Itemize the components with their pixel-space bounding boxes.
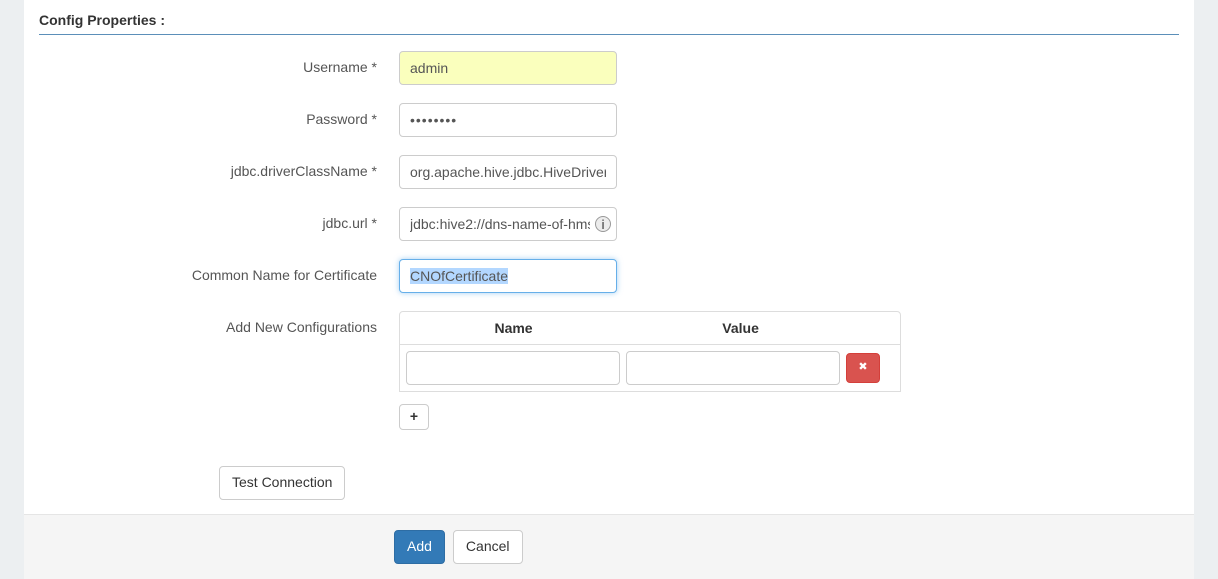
plus-icon: + bbox=[410, 407, 418, 427]
row-addnewconfigs: Add New Configurations Name Value ✖ bbox=[39, 311, 1179, 448]
cancel-button[interactable]: Cancel bbox=[453, 530, 523, 564]
row-username: Username * bbox=[39, 51, 1179, 85]
footer-bar: Add Cancel bbox=[24, 514, 1194, 579]
cncert-field[interactable] bbox=[399, 259, 617, 293]
table-row: ✖ bbox=[400, 344, 900, 391]
info-icon: i bbox=[595, 216, 611, 232]
remove-icon: ✖ bbox=[858, 360, 867, 376]
row-driverclass: jdbc.driverClassName * bbox=[39, 155, 1179, 189]
header-value: Value bbox=[627, 312, 854, 344]
password-field[interactable] bbox=[399, 103, 617, 137]
add-button[interactable]: Add bbox=[394, 530, 445, 564]
username-field[interactable] bbox=[399, 51, 617, 85]
label-password: Password * bbox=[39, 103, 399, 127]
label-cncert: Common Name for Certificate bbox=[39, 259, 399, 283]
jdbcurl-field[interactable] bbox=[399, 207, 617, 241]
row-password: Password * bbox=[39, 103, 1179, 137]
label-addnewconfigs: Add New Configurations bbox=[39, 311, 399, 335]
remove-row-button[interactable]: ✖ bbox=[846, 353, 880, 383]
section-title: Config Properties : bbox=[39, 12, 1179, 35]
row-cncert: Common Name for Certificate bbox=[39, 259, 1179, 293]
test-connection-button[interactable]: Test Connection bbox=[219, 466, 345, 500]
row-jdbcurl: jdbc.url * i bbox=[39, 207, 1179, 241]
config-panel: Config Properties : Username * Password … bbox=[24, 0, 1194, 579]
config-value-input[interactable] bbox=[626, 351, 840, 385]
config-name-input[interactable] bbox=[406, 351, 620, 385]
label-username: Username * bbox=[39, 51, 399, 75]
add-row-button[interactable]: + bbox=[399, 404, 429, 430]
header-action bbox=[854, 312, 900, 344]
new-configs-table: Name Value ✖ bbox=[399, 311, 901, 392]
label-jdbcurl: jdbc.url * bbox=[39, 207, 399, 231]
driverclass-field[interactable] bbox=[399, 155, 617, 189]
header-name: Name bbox=[400, 312, 627, 344]
table-header: Name Value bbox=[400, 312, 900, 344]
label-driverclass: jdbc.driverClassName * bbox=[39, 155, 399, 179]
